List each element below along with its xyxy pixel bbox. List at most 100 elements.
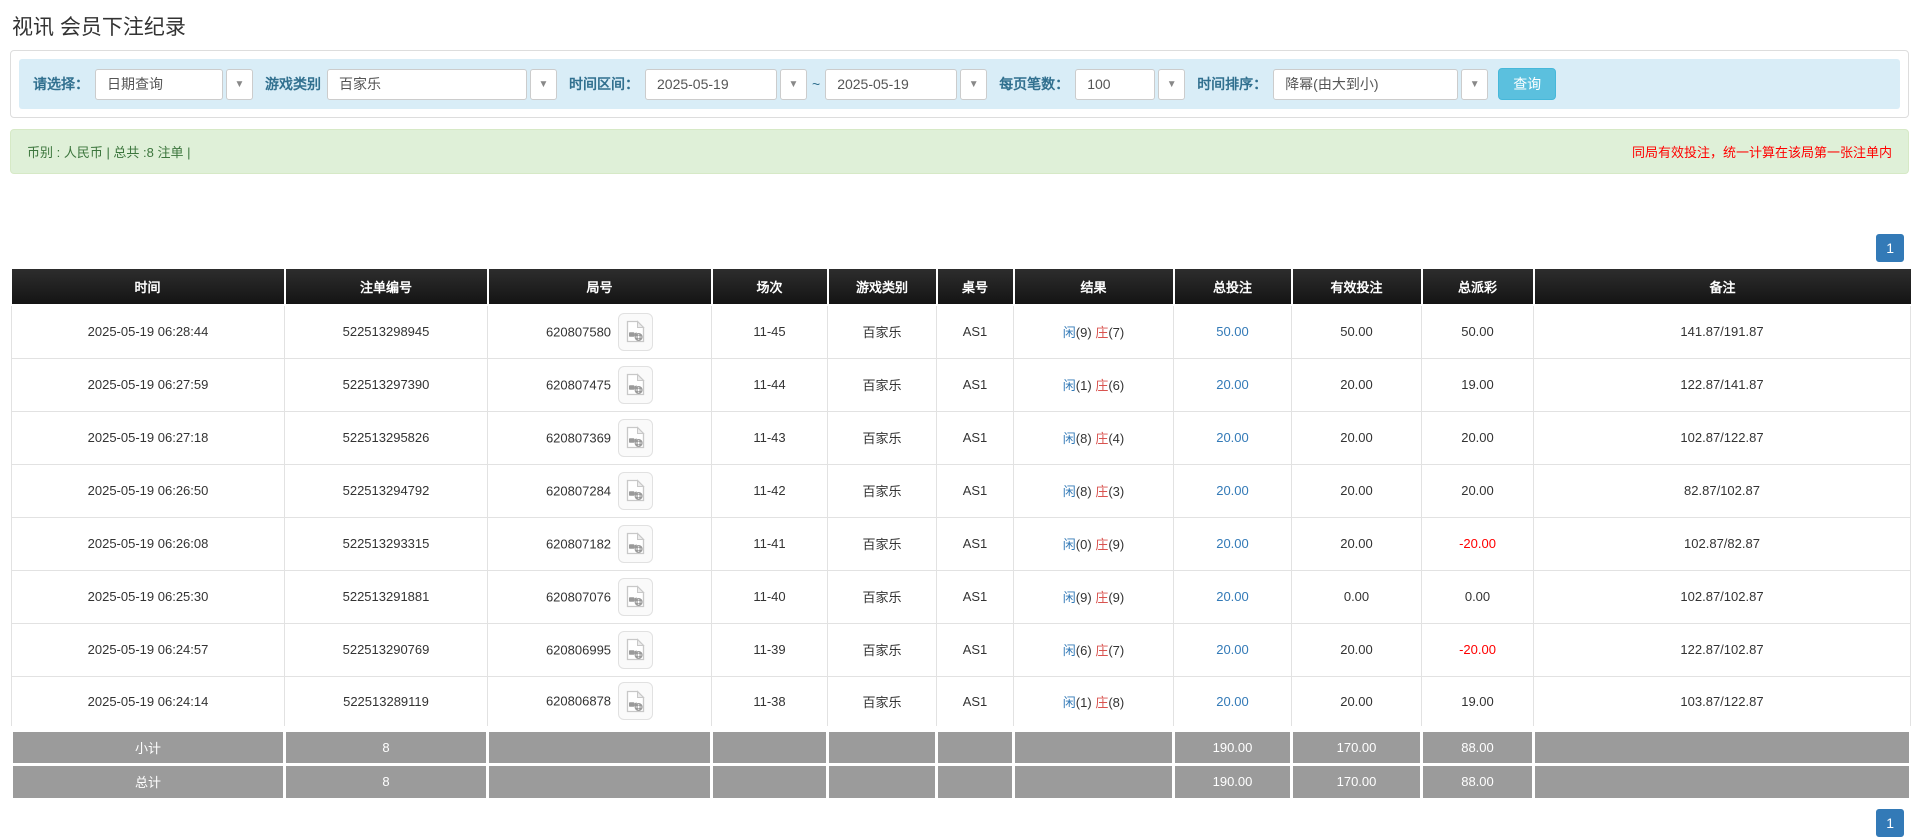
cell-game-type: 百家乐 [827,622,937,677]
chevron-down-icon: ▼ [1166,78,1177,90]
date-to-select[interactable]: 2025-05-19 [825,68,958,100]
video-replay-button[interactable] [618,577,654,616]
table-row: 2025-05-19 06:25:30 522513291881 6208070… [11,569,1911,624]
result-banker-label: 庄 [1095,378,1109,394]
cell-total-bet: 20.00 [1173,622,1292,677]
payout-value: 19.00 [1461,693,1494,709]
total-bet-link[interactable]: 20.00 [1216,694,1249,709]
table-body: 2025-05-19 06:28:44 522513298945 6208075… [11,304,1911,730]
video-replay-button[interactable] [618,682,654,721]
round-id-text: 620807284 [545,483,612,499]
video-replay-button[interactable] [618,418,654,457]
date-from-select-arrow[interactable]: ▼ [780,68,807,100]
result-banker-label: 庄 [1095,694,1109,710]
cell-payout: 19.00 [1421,357,1534,412]
page-size-select-arrow[interactable]: ▼ [1158,68,1186,100]
cell-game-type: 百家乐 [827,410,937,465]
footer-label: 小计 [10,726,286,766]
video-replay-button[interactable] [618,365,654,404]
sort-order-select[interactable]: 降幂(由大到小) [1273,68,1459,100]
cell-bet-id: 522513290769 [284,622,488,677]
cell-round-id: 620807369 [487,410,712,465]
footer-count: 8 [283,726,489,766]
total-bet-link[interactable]: 20.00 [1216,589,1249,604]
sort-order-select-arrow[interactable]: ▼ [1461,68,1489,100]
cell-result: 闲(6) 庄(7) [1013,622,1174,677]
cell-remark: 122.87/102.87 [1533,622,1911,677]
table-row: 2025-05-19 06:24:57 522513290769 6208069… [11,622,1911,677]
cell-total-bet: 20.00 [1173,569,1292,624]
cell-table-no: AS1 [936,463,1014,518]
video-file-icon [626,638,645,661]
page-size-select[interactable]: 100 [1075,68,1156,100]
total-bet-link[interactable]: 50.00 [1216,324,1249,339]
payout-value: 20.00 [1461,483,1494,499]
video-replay-button[interactable] [618,630,654,669]
cell-remark: 122.87/141.87 [1533,357,1911,412]
result-banker-score: (8) [1108,694,1125,710]
cell-bet-id: 522513293315 [284,516,488,571]
cell-valid-bet: 20.00 [1291,357,1422,412]
chevron-down-icon: ▼ [788,78,799,90]
total-bet-link[interactable]: 20.00 [1216,377,1249,392]
cell-round-id: 620806995 [487,622,712,677]
video-replay-button[interactable] [618,471,654,510]
cell-remark: 102.87/122.87 [1533,410,1911,465]
query-type-select-arrow[interactable]: ▼ [226,68,253,100]
video-file-icon [626,585,645,608]
payout-value: 20.00 [1461,430,1494,446]
cell-payout: 50.00 [1421,304,1534,359]
video-file-icon [626,690,645,713]
video-replay-button[interactable] [618,524,654,563]
pagination-top: 1 [10,234,1904,263]
result-player-score: (0) [1075,537,1092,553]
query-type-select[interactable]: 日期查询 [95,68,223,100]
game-type-select[interactable]: 百家乐 [327,68,527,100]
date-to-select-arrow[interactable]: ▼ [960,68,988,100]
video-file-icon [626,426,645,449]
date-from-select[interactable]: 2025-05-19 [645,68,777,100]
cell-payout: -20.00 [1421,622,1534,677]
footer-empty [486,762,713,801]
result-banker-label: 庄 [1095,643,1109,659]
sort-order-label: 时间排序： [1197,76,1268,92]
footer-total-bet: 190.00 [1172,762,1293,801]
result-player-score: (6) [1075,643,1092,659]
cell-time: 2025-05-19 06:27:59 [11,357,285,412]
cell-table-no: AS1 [936,622,1014,677]
total-bet-link[interactable]: 20.00 [1216,536,1249,551]
pagination-bottom-page-1[interactable]: 1 [1876,809,1904,837]
footer-empty [710,726,829,766]
cell-game-type: 百家乐 [827,357,937,412]
total-bet-link[interactable]: 20.00 [1216,642,1249,657]
result-player-label: 闲 [1062,325,1076,341]
video-replay-button[interactable] [618,312,654,351]
cell-payout: -20.00 [1421,516,1534,571]
game-type-select-arrow[interactable]: ▼ [530,68,557,100]
date-range-tilde: ~ [812,76,821,92]
pagination-page-1[interactable]: 1 [1876,234,1904,263]
video-file-icon [626,532,645,555]
footer-empty [1532,762,1912,801]
table-row: 2025-05-19 06:26:08 522513293315 6208071… [11,516,1911,571]
result-player-label: 闲 [1062,431,1076,447]
result-banker-score: (4) [1108,431,1125,447]
cell-result: 闲(1) 庄(8) [1013,675,1174,730]
cell-game-type: 百家乐 [827,675,937,730]
cell-remark: 82.87/102.87 [1533,463,1911,518]
search-button[interactable]: 查询 [1498,68,1557,100]
video-file-icon [626,320,645,343]
cell-round-id: 620806878 [487,675,712,730]
total-bet-link[interactable]: 20.00 [1216,483,1249,498]
total-bet-link[interactable]: 20.00 [1216,430,1249,445]
table-row: 2025-05-19 06:27:59 522513297390 6208074… [11,357,1911,412]
cell-remark: 103.87/122.87 [1533,675,1911,730]
result-banker-score: (9) [1108,537,1125,553]
result-banker-score: (9) [1108,590,1125,606]
table-footer: 小计 8 190.00 170.00 88.00 总计 8 190.00 170… [10,726,1912,801]
cell-bet-id: 522513291881 [284,569,488,624]
cell-session: 11-38 [711,675,828,730]
footer-empty [826,726,938,766]
game-type-label: 游戏类别 [265,76,321,92]
result-banker-score: (7) [1108,643,1125,659]
